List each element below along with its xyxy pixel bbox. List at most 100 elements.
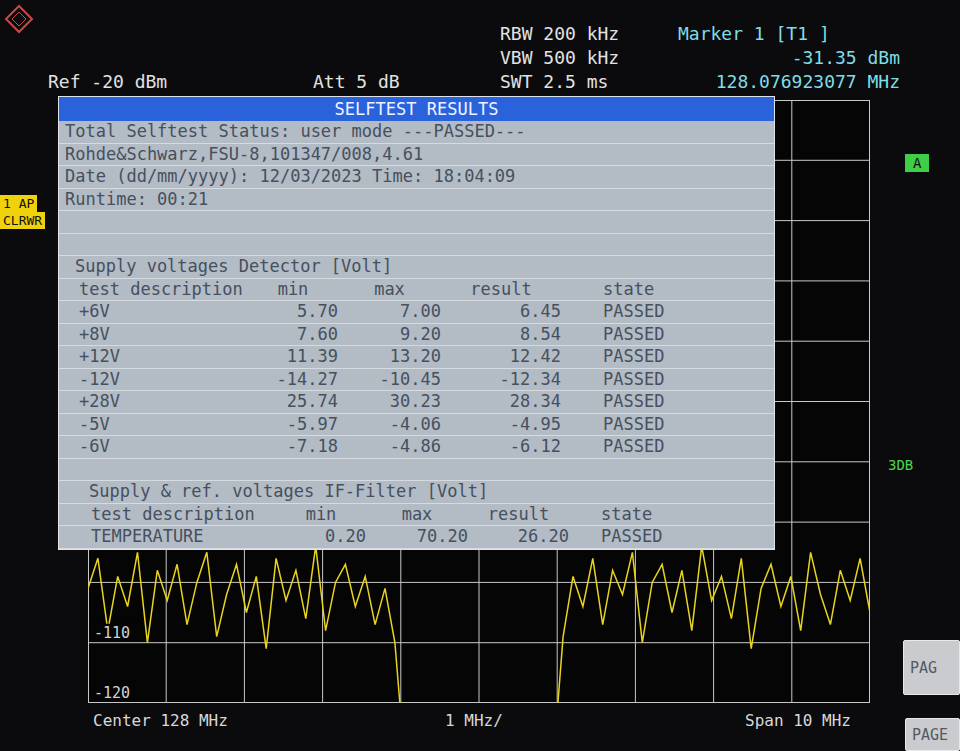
bandwidth-column: RBW 200 kHzVBW 500 kHzSWT 2.5 ms <box>500 0 678 96</box>
table-row: TEMPERATURE0.2070.2026.20PASSED <box>59 526 774 549</box>
column-header: test description <box>79 279 248 301</box>
table-cell: 13.20 <box>338 346 441 368</box>
frequency-scale: 1 MHz/ <box>445 707 745 733</box>
table-cell: 0.20 <box>276 526 366 548</box>
table-header: test descriptionminmaxresultstate <box>59 279 774 302</box>
y-tick-label: -110 <box>94 624 130 642</box>
info-row: Runtime: 00:21 <box>59 189 774 212</box>
table-cell: -5.97 <box>248 414 338 436</box>
table-cell: PASSED <box>561 391 774 413</box>
table-cell: 25.74 <box>248 391 338 413</box>
table-cell: 5.70 <box>248 301 338 323</box>
blank-row <box>59 234 774 257</box>
analyzer-screen: Ref -20 dBmAtt 5 dBRBW 200 kHzVBW 500 kH… <box>0 0 960 751</box>
center-frequency: Center 128 MHz <box>93 707 445 733</box>
table-cell: PASSED <box>561 436 774 458</box>
column-header: min <box>276 504 366 526</box>
column-header: min <box>248 279 338 301</box>
table-cell: +8V <box>79 324 248 346</box>
table-cell: 70.20 <box>366 526 468 548</box>
sweep-time: SWT 2.5 ms <box>500 70 678 94</box>
trace-line <box>88 546 870 703</box>
dialog-title: SELFTEST RESULTS <box>59 97 774 121</box>
table-row: -5V-5.97-4.06-4.95PASSED <box>59 414 774 437</box>
right-rail: A 3DB PAG <box>870 96 960 707</box>
table-cell: TEMPERATURE <box>91 526 276 548</box>
column-header: result <box>468 504 569 526</box>
softkey[interactable]: PAG <box>903 640 960 695</box>
table-cell: 11.39 <box>248 346 338 368</box>
marker-reading: -31.35 dBm <box>678 46 900 70</box>
table-cell: -14.27 <box>248 369 338 391</box>
info-row: Total Selftest Status: user mode ---PASS… <box>59 121 774 144</box>
vbw: VBW 500 kHz <box>500 46 678 70</box>
test-section: Supply voltages Detector [Volt]test desc… <box>59 256 774 459</box>
table-cell: -5V <box>79 414 248 436</box>
tick-ground <box>90 624 130 642</box>
column-header: state <box>561 279 774 301</box>
table-cell: 9.20 <box>338 324 441 346</box>
marker-frequency: 128.076923077 MHz <box>678 70 900 94</box>
table-cell: 26.20 <box>468 526 569 548</box>
header-bar: Ref -20 dBmAtt 5 dBRBW 200 kHzVBW 500 kH… <box>0 0 960 96</box>
display-line-badge: A <box>905 154 929 172</box>
table-cell: -4.95 <box>441 414 561 436</box>
table-row: -12V-14.27-10.45-12.34PASSED <box>59 369 774 392</box>
table-row: +8V7.609.208.54PASSED <box>59 324 774 347</box>
y-tick: -110 <box>90 624 130 642</box>
frequency-span: Span 10 MHz <box>745 707 905 733</box>
table-cell: PASSED <box>561 414 774 436</box>
column-header: test description <box>91 504 276 526</box>
table-cell: -12V <box>79 369 248 391</box>
column-header: state <box>569 504 774 526</box>
attenuation: Att 5 dB <box>313 70 500 94</box>
column-header: result <box>441 279 561 301</box>
softkey[interactable]: PAGE <box>905 718 960 751</box>
blank-row <box>59 459 774 482</box>
ref-level: Ref -20 dBm <box>48 70 313 94</box>
grid-line <box>88 582 870 583</box>
table-cell: 30.23 <box>338 391 441 413</box>
table-row: -6V-7.18-4.86-6.12PASSED <box>59 436 774 459</box>
table-cell: -6V <box>79 436 248 458</box>
marker-label: Marker 1 [T1 ] <box>678 22 900 46</box>
table-row: +12V11.3913.2012.42PASSED <box>59 346 774 369</box>
info-row: Date (dd/mm/yyyy): 12/03/2023 Time: 18:0… <box>59 166 774 189</box>
table-cell: PASSED <box>561 346 774 368</box>
table-cell: +28V <box>79 391 248 413</box>
trace-label: 1 AP <box>0 195 37 212</box>
table-cell: PASSED <box>561 301 774 323</box>
table-cell: -6.12 <box>441 436 561 458</box>
table-cell: +12V <box>79 346 248 368</box>
footer-bar: Center 128 MHz1 MHz/Span 10 MHzPAGE <box>0 707 960 751</box>
table-row: +28V25.7430.2328.34PASSED <box>59 391 774 414</box>
column-header: max <box>338 279 441 301</box>
ref-column: Ref -20 dBm <box>48 0 313 96</box>
table-cell: 12.42 <box>441 346 561 368</box>
table-header: test descriptionminmaxresultstate <box>59 504 774 527</box>
rs-logo-icon <box>4 4 34 34</box>
table-cell: -4.06 <box>338 414 441 436</box>
table-cell: -4.86 <box>338 436 441 458</box>
tick-ground <box>90 684 130 702</box>
table-cell: 28.34 <box>441 391 561 413</box>
table-cell: -10.45 <box>338 369 441 391</box>
info-row: Rohde&Schwarz,FSU-8,101347/008,4.61 <box>59 144 774 167</box>
table-cell: PASSED <box>561 369 774 391</box>
test-section: Supply & ref. voltages IF-Filter [Volt]t… <box>59 481 774 549</box>
selftest-dialog: SELFTEST RESULTSTotal Selftest Status: u… <box>58 96 775 550</box>
table-cell: +6V <box>79 301 248 323</box>
trace-label: CLRWR <box>0 212 45 229</box>
section-title: Supply & ref. voltages IF-Filter [Volt] <box>59 481 774 504</box>
rbw: RBW 200 kHz <box>500 22 678 46</box>
table-cell: PASSED <box>561 324 774 346</box>
table-cell: 7.60 <box>248 324 338 346</box>
att-column: Att 5 dB <box>313 0 500 96</box>
blank-row <box>59 211 774 234</box>
y-tick-label: -120 <box>94 684 130 702</box>
mode-label: 3DB <box>888 456 913 474</box>
table-cell: 7.00 <box>338 301 441 323</box>
table-row: +6V5.707.006.45PASSED <box>59 301 774 324</box>
logo <box>0 0 48 96</box>
section-title: Supply voltages Detector [Volt] <box>59 256 774 279</box>
